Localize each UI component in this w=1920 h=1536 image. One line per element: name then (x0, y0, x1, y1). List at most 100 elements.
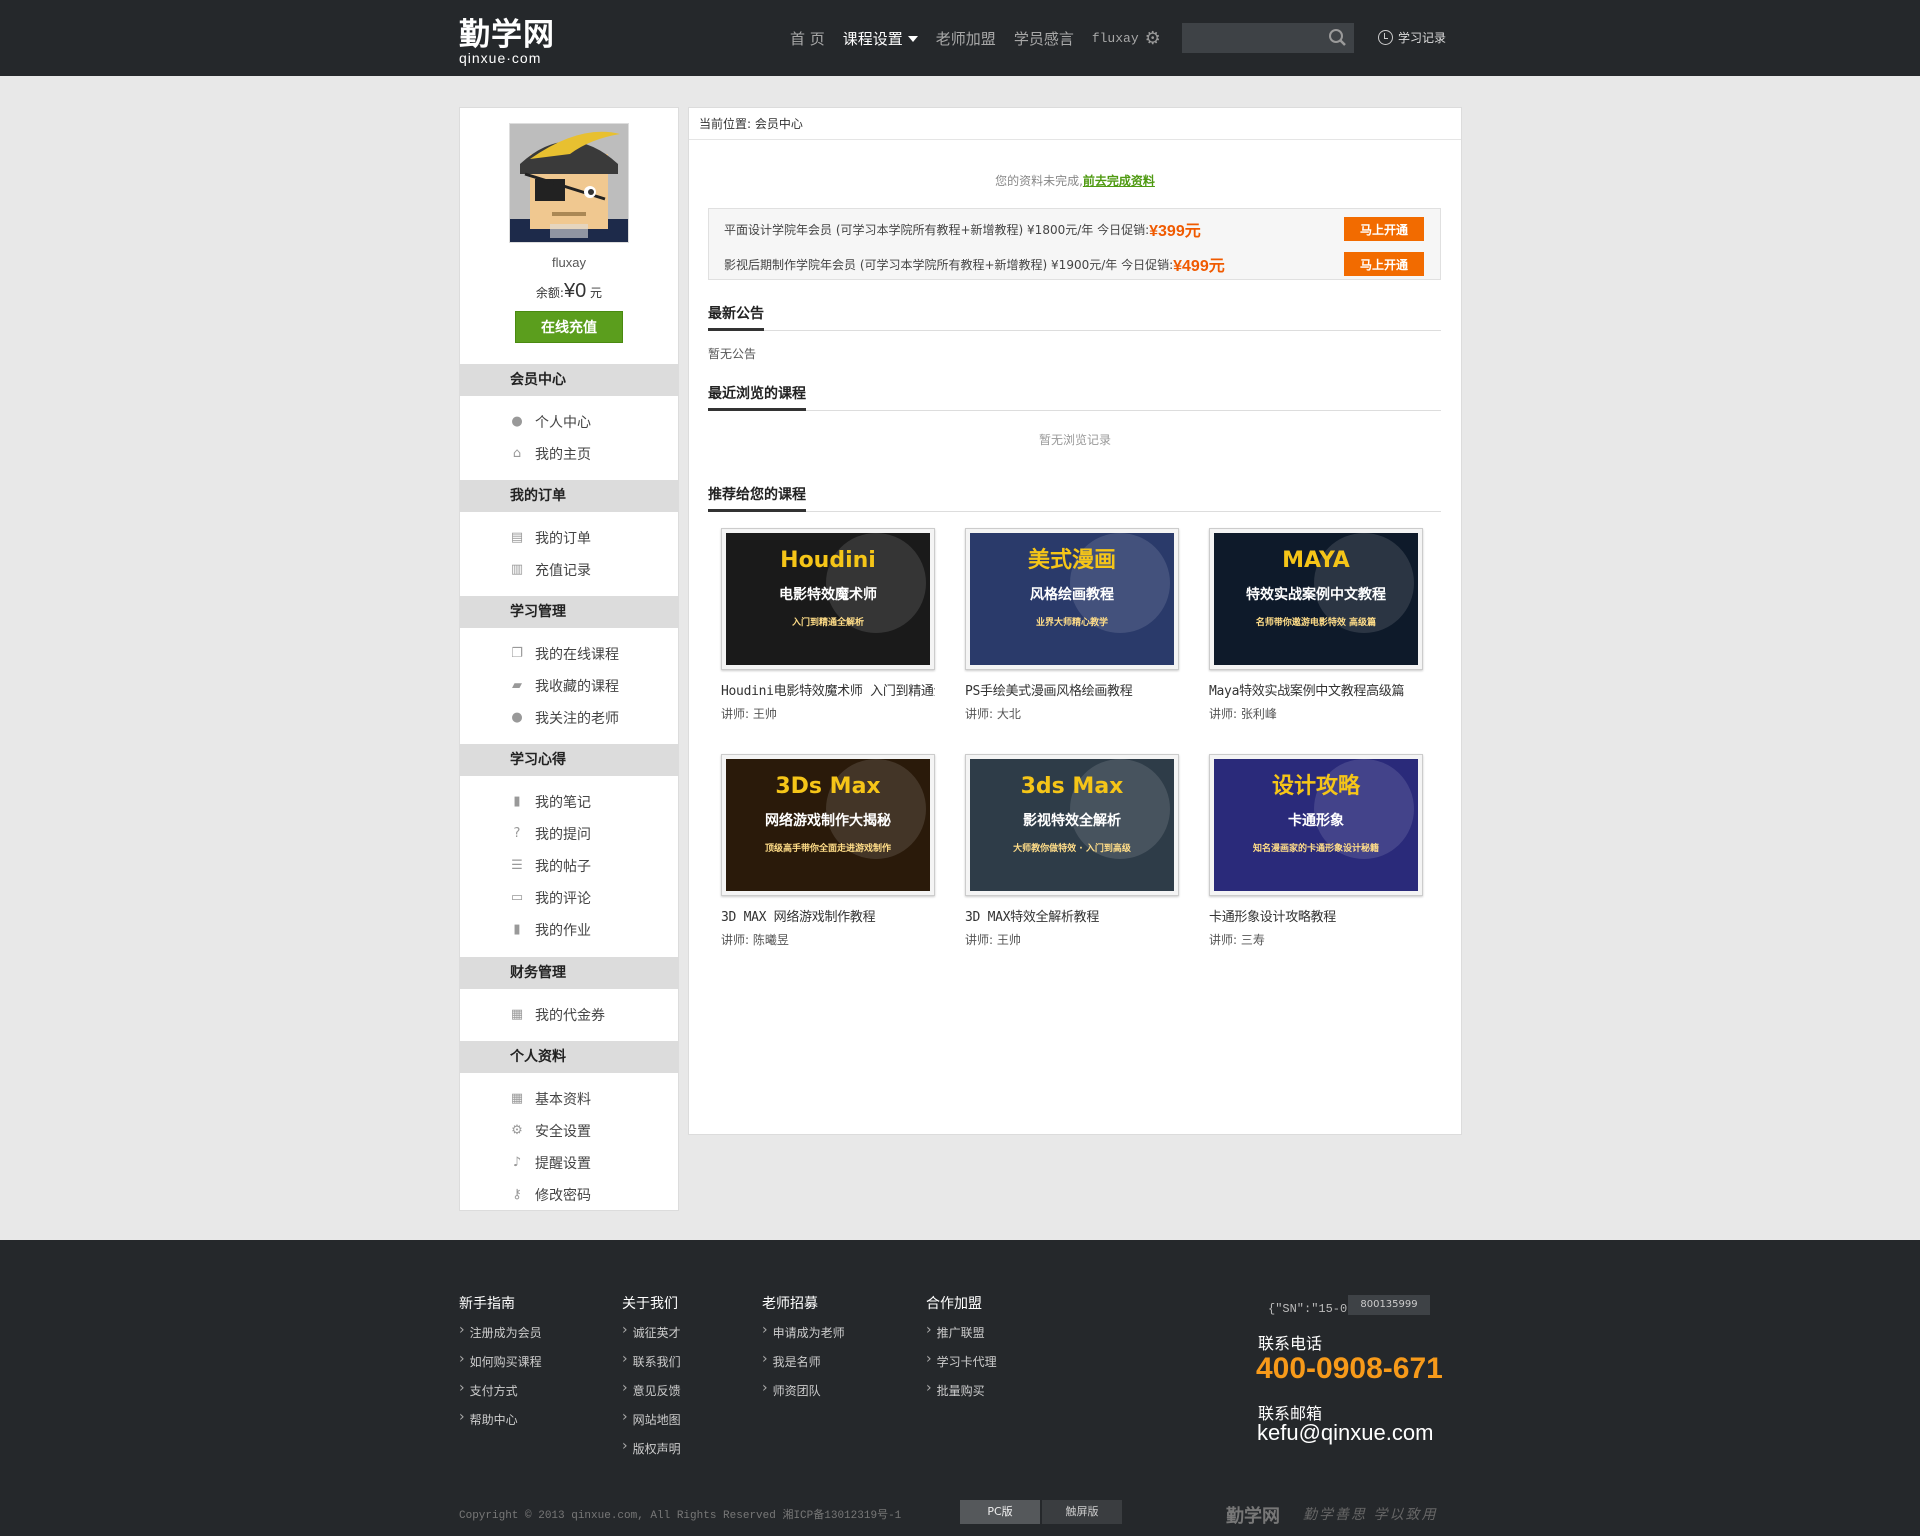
sidebar-item-reminder-settings[interactable]: ♪ 提醒设置 (460, 1147, 678, 1179)
sidebar-item-label: 安全设置 (535, 1124, 591, 1140)
complete-profile-link[interactable]: 前去完成资料 (1083, 174, 1155, 188)
course-thumbnail[interactable]: 美式漫画 风格绘画教程 业界大师精心教学 (965, 528, 1179, 670)
activate-button[interactable]: 马上开通 (1344, 252, 1424, 276)
sidebar-item-my-homework[interactable]: ▮ 我的作业 (460, 914, 678, 946)
avatar[interactable] (509, 123, 629, 243)
sidebar-item-my-notes[interactable]: ▮ 我的笔记 (460, 786, 678, 818)
footer-link[interactable]: 版权声明 (622, 1440, 681, 1469)
search-icon[interactable] (1326, 26, 1350, 50)
course-title[interactable]: 3D MAX 网络游戏制作教程 (721, 906, 935, 925)
course-card[interactable]: 美式漫画 风格绘画教程 业界大师精心教学 PS手绘美式漫画风格绘画教程 讲师: 大北 (965, 528, 1179, 722)
sidebar-item-personal-center[interactable]: ● 个人中心 (460, 406, 678, 438)
course-thumbnail[interactable]: 设计攻略 卡通形象 知名漫画家的卡通形象设计秘籍 (1209, 754, 1423, 896)
footer-column-title: 新手指南 (459, 1296, 515, 1312)
sidebar-item-label: 我关注的老师 (535, 711, 619, 727)
course-thumbnail[interactable]: MAYA 特效实战案例中文教程 名师带你遨游电影特效 高级篇 (1209, 528, 1423, 670)
balance: 余额:¥0 元 (460, 280, 678, 303)
touch-version-button[interactable]: 触屏版 (1042, 1500, 1122, 1524)
recharge-button[interactable]: 在线充值 (515, 311, 623, 343)
sidebar-item-basic-info[interactable]: ▦ 基本资料 (460, 1083, 678, 1115)
nav-teacher-join[interactable]: 老师加盟 (936, 28, 996, 49)
course-title[interactable]: 卡通形象设计攻略教程 (1209, 906, 1423, 925)
thumbnail-text: 卡通形象 (1288, 812, 1344, 829)
pc-version-button[interactable]: PC版 (960, 1500, 1040, 1524)
sn-text: {"SN":"15-0 (1268, 1302, 1348, 1316)
course-title[interactable]: Houdini电影特效魔术师 入门到精通全解析 (721, 680, 935, 699)
nav-home[interactable]: 首 页 (790, 28, 825, 49)
sidebar-item-label: 我的主页 (535, 447, 591, 463)
promo-text: 平面设计学院年会员 (可学习本学院所有教程+新增教程) ¥1800元/年 今日促… (724, 222, 1150, 237)
course-thumbnail[interactable]: 3Ds Max 网络游戏制作大揭秘 顶级高手带你全面走进游戏制作 (721, 754, 935, 896)
email-address[interactable]: kefu@qinxue.com (1257, 1420, 1433, 1446)
sidebar-item-label: 我的作业 (535, 923, 591, 939)
footer-link[interactable]: 学习卡代理 (926, 1353, 997, 1382)
gear-icon[interactable]: ⚙ (1145, 28, 1161, 49)
sidebar-item-my-orders[interactable]: ▤ 我的订单 (460, 522, 678, 554)
study-history-link[interactable]: 学习记录 (1378, 29, 1446, 46)
balance-label: 余额: (535, 286, 564, 300)
recommended-title: 推荐给您的课程 (708, 482, 806, 512)
course-title[interactable]: Maya特效实战案例中文教程高级篇 (1209, 680, 1423, 699)
phone-number: 400-0908-671 (1256, 1352, 1443, 1385)
course-thumbnail[interactable]: 3ds Max 影视特效全解析 大师教你做特效 · 入门到高级 (965, 754, 1179, 896)
sidebar-item-label: 我的代金券 (535, 1008, 605, 1024)
footer-link[interactable]: 支付方式 (459, 1382, 542, 1411)
user-menu[interactable]: fluxay (1092, 31, 1139, 46)
sidebar-item-my-questions[interactable]: ? 我的提问 (460, 818, 678, 850)
recent-courses-empty: 暂无浏览记录 (1038, 433, 1111, 447)
course-lecturer: 讲师: 张利峰 (1209, 707, 1277, 721)
course-card[interactable]: 设计攻略 卡通形象 知名漫画家的卡通形象设计秘籍 卡通形象设计攻略教程 讲师: 三寿 (1209, 754, 1423, 948)
course-thumbnail[interactable]: Houdini 电影特效魔术师 入门到精通全解析 (721, 528, 935, 670)
footer-link[interactable]: 我是名师 (762, 1353, 845, 1382)
thumbnail-text: 大师教你做特效 · 入门到高级 (1013, 842, 1132, 854)
footer-link[interactable]: 推广联盟 (926, 1324, 997, 1353)
sidebar-item-my-posts[interactable]: ☰ 我的帖子 (460, 850, 678, 882)
grid-icon: ▦ (510, 1091, 524, 1106)
activate-button[interactable]: 马上开通 (1344, 217, 1424, 241)
sidebar-item-change-password[interactable]: ⚷ 修改密码 (460, 1179, 678, 1211)
footer-link[interactable]: 注册成为会员 (459, 1324, 542, 1353)
course-card[interactable]: 3Ds Max 网络游戏制作大揭秘 顶级高手带你全面走进游戏制作 3D MAX 网络游… (721, 754, 935, 948)
sidebar-item-security-settings[interactable]: ⚙ 安全设置 (460, 1115, 678, 1147)
promo-price: ¥399元 (1149, 223, 1201, 240)
recommended-header: 推荐给您的课程 (708, 482, 1441, 512)
footer-link[interactable]: 网站地图 (622, 1411, 681, 1440)
bell-icon: ♪ (512, 1155, 522, 1170)
course-title[interactable]: 3D MAX特效全解析教程 (965, 906, 1179, 925)
footer-link[interactable]: 申请成为老师 (762, 1324, 845, 1353)
footer-link[interactable]: 意见反馈 (622, 1382, 681, 1411)
course-title[interactable]: PS手绘美式漫画风格绘画教程 (965, 680, 1179, 699)
site-logo[interactable]: 勤学网 qinxue·com (459, 18, 559, 65)
course-card[interactable]: 3ds Max 影视特效全解析 大师教你做特效 · 入门到高级 3D MAX特效全解析… (965, 754, 1179, 948)
sidebar-item-favorite-courses[interactable]: ▰ 我收藏的课程 (460, 670, 678, 702)
copy-icon: ❐ (511, 646, 523, 661)
sidebar-item-online-courses[interactable]: ❐ 我的在线课程 (460, 638, 678, 670)
member-sidebar: fluxay 余额:¥0 元 在线充值 会员中心 ● 个人中心 ⌂ 我的主页 我的订… (459, 107, 679, 1211)
course-lecturer: 讲师: 陈曦昱 (721, 933, 789, 947)
footer-link[interactable]: 师资团队 (762, 1382, 845, 1411)
breadcrumb: 当前位置: 会员中心 (689, 108, 1461, 140)
thumbnail-text: 业界大师精心教学 (1036, 616, 1108, 628)
sidebar-section-title: 会员中心 (460, 364, 678, 396)
footer-link[interactable]: 帮助中心 (459, 1411, 542, 1440)
footer-link[interactable]: 诚征英才 (622, 1324, 681, 1353)
course-card[interactable]: Houdini 电影特效魔术师 入门到精通全解析 Houdini电影特效魔术师 入门到… (721, 528, 935, 722)
nav-testimonials[interactable]: 学员感言 (1014, 28, 1074, 49)
footer-link[interactable]: 批量购买 (926, 1382, 997, 1411)
sidebar-item-my-comments[interactable]: ▭ 我的评论 (460, 882, 678, 914)
nav-courses[interactable]: 课程设置 (843, 28, 918, 49)
thumbnail-text: 美式漫画 (1028, 547, 1116, 573)
sidebar-item-followed-teachers[interactable]: ● 我关注的老师 (460, 702, 678, 734)
sidebar-item-recharge-history[interactable]: ▥ 充值记录 (460, 554, 678, 586)
footer-link[interactable]: 如何购买课程 (459, 1353, 542, 1382)
sidebar-item-my-homepage[interactable]: ⌂ 我的主页 (460, 438, 678, 470)
sidebar-item-my-vouchers[interactable]: ▦ 我的代金券 (460, 999, 678, 1031)
top-header: 勤学网 qinxue·com 首 页 课程设置 老师加盟 学员感言 fluxay… (0, 0, 1920, 76)
footer-link[interactable]: 联系我们 (622, 1353, 681, 1382)
chevron-down-icon (907, 36, 918, 42)
promo-row: 平面设计学院年会员 (可学习本学院所有教程+新增教程) ¥1800元/年 今日促… (724, 217, 1424, 241)
course-card[interactable]: MAYA 特效实战案例中文教程 名师带你遨游电影特效 高级篇 Maya特效实战案例中文… (1209, 528, 1423, 722)
thumbnail-text: Houdini (780, 548, 876, 573)
phone-label: 联系电话 (1258, 1334, 1323, 1353)
notice-text: 您的资料未完成, (995, 174, 1083, 188)
